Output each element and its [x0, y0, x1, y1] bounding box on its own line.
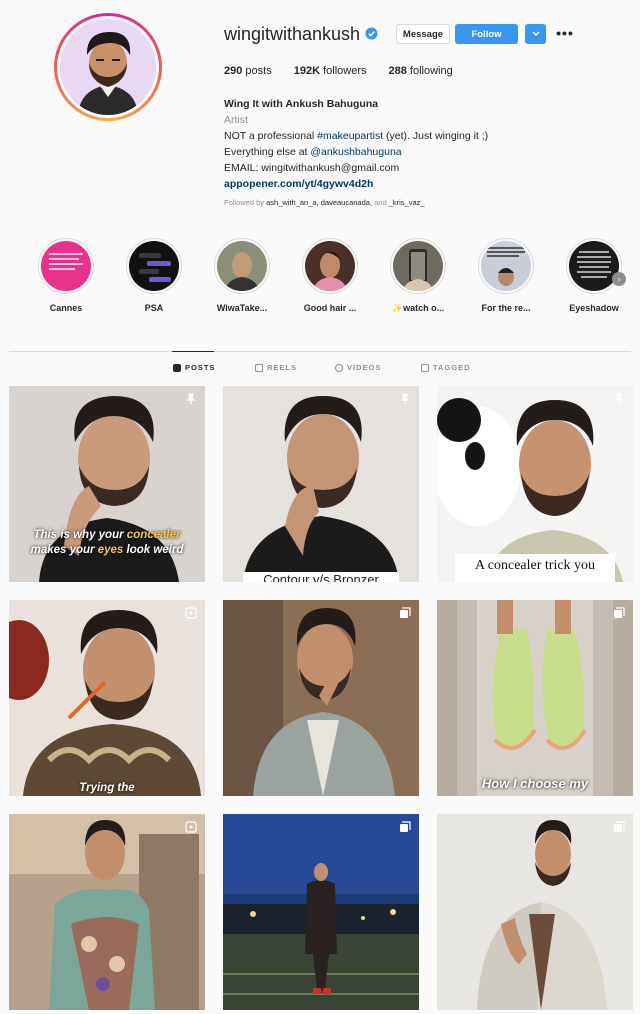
- pin-icon: [400, 393, 410, 404]
- post-tile[interactable]: [223, 600, 419, 796]
- carousel-icon: [614, 821, 625, 832]
- highlight-label: ✨watch o...: [391, 303, 445, 313]
- suggested-dropdown-button[interactable]: [525, 24, 546, 44]
- highlight-cover: [481, 241, 531, 291]
- post-caption: Trying the: [79, 782, 135, 794]
- tab-posts[interactable]: POSTS: [173, 363, 215, 372]
- highlight-label: Good hair ...: [303, 303, 357, 313]
- carousel-icon: [400, 821, 411, 832]
- bio-website-link[interactable]: appopener.com/yt/4gywv4d2h: [224, 176, 488, 192]
- post-tile[interactable]: Trying the: [9, 600, 205, 796]
- post-tile[interactable]: [437, 814, 633, 1010]
- highlight-cover: [217, 241, 267, 291]
- tab-videos[interactable]: VIDEOS: [335, 363, 381, 372]
- pin-icon: [186, 393, 196, 404]
- bio-email: EMAIL: wingitwithankush@gmail.com: [224, 162, 400, 174]
- chevron-down-icon: [532, 31, 539, 36]
- highlight-cover: [305, 241, 355, 291]
- reel-icon: [185, 821, 197, 833]
- highlight-label: WiwaTake...: [216, 303, 268, 313]
- post-caption: Contour v/s Bronzer: [263, 572, 379, 582]
- reels-icon: [255, 363, 263, 372]
- verified-badge-icon: [365, 27, 378, 40]
- post-tile[interactable]: Contour v/s Bronzer: [223, 386, 419, 582]
- highlight-item[interactable]: ✨watch o...: [382, 238, 454, 314]
- highlight-label: For the re...: [481, 303, 531, 313]
- post-tile[interactable]: How I choose my: [437, 600, 633, 796]
- highlight-cover: [393, 241, 443, 291]
- highlight-cover: [41, 241, 91, 291]
- more-options-icon[interactable]: •••: [556, 25, 574, 41]
- tab-reels[interactable]: REELS: [255, 363, 297, 372]
- chevron-right-icon[interactable]: ›: [612, 272, 626, 286]
- profile-header: wingitwithankush Message Follow ••• 290 …: [0, 0, 640, 230]
- profile-bio: Wing It with Ankush Bahuguna Artist NOT …: [224, 96, 488, 192]
- section-divider: [9, 351, 631, 352]
- post-tile[interactable]: A concealer trick you: [437, 386, 633, 582]
- story-highlights: Cannes PSA WiwaTake... Good hair ... ✨wa…: [30, 238, 630, 318]
- post-caption: A concealer trick you: [474, 558, 596, 573]
- profile-avatar-ring[interactable]: [54, 13, 162, 121]
- carousel-icon: [400, 607, 411, 618]
- tagged-icon: [421, 363, 429, 372]
- highlight-item[interactable]: Good hair ...: [294, 238, 366, 313]
- post-tile[interactable]: [9, 814, 205, 1010]
- posts-stat: 290 posts: [224, 65, 272, 77]
- follow-button[interactable]: Follow: [455, 24, 518, 44]
- grid-icon: [173, 363, 181, 372]
- highlight-label: Eyeshadow: [569, 303, 619, 313]
- highlight-cover: [129, 241, 179, 291]
- bio-line-2: Everything else at @ankushbahuguna: [224, 146, 402, 158]
- bio-line-1: NOT a professional #makeupartist (yet). …: [224, 130, 489, 142]
- post-tile[interactable]: [223, 814, 419, 1010]
- followers-stat[interactable]: 192K followers: [294, 65, 367, 77]
- highlight-label: Cannes: [49, 303, 83, 313]
- active-tab-indicator: [172, 351, 214, 352]
- reel-icon: [185, 607, 197, 619]
- highlight-label: PSA: [144, 303, 164, 313]
- post-tile[interactable]: This is why your concealer makes your ey…: [9, 386, 205, 582]
- profile-full-name: Wing It with Ankush Bahuguna: [224, 98, 379, 110]
- hashtag-link[interactable]: #makeupartist: [317, 130, 383, 142]
- tab-tagged[interactable]: TAGGED: [421, 363, 471, 372]
- highlight-item[interactable]: Cannes: [30, 238, 102, 313]
- carousel-icon: [614, 607, 625, 618]
- profile-tabs: POSTS REELS VIDEOS TAGGED: [0, 363, 640, 377]
- post-caption: How I choose my: [481, 776, 589, 791]
- message-button[interactable]: Message: [396, 24, 450, 44]
- mention-link[interactable]: @ankushbahuguna: [310, 146, 401, 158]
- following-stat[interactable]: 288 following: [388, 65, 452, 77]
- profile-category: Artist: [224, 114, 248, 126]
- highlight-item[interactable]: For the re...: [470, 238, 542, 313]
- highlight-item[interactable]: PSA: [118, 238, 190, 313]
- post-caption: This is why your concealer makes your ey…: [30, 529, 184, 556]
- video-icon: [335, 363, 343, 372]
- highlight-cover: [569, 241, 619, 291]
- profile-stats: 290 posts 192K followers 288 following: [224, 65, 475, 77]
- followed-by[interactable]: Followed by ash_with_an_a, daveaucanada,…: [224, 198, 425, 207]
- avatar[interactable]: [60, 19, 156, 115]
- highlight-item[interactable]: WiwaTake...: [206, 238, 278, 313]
- pin-icon: [614, 393, 624, 404]
- profile-username: wingitwithankush: [224, 24, 361, 44]
